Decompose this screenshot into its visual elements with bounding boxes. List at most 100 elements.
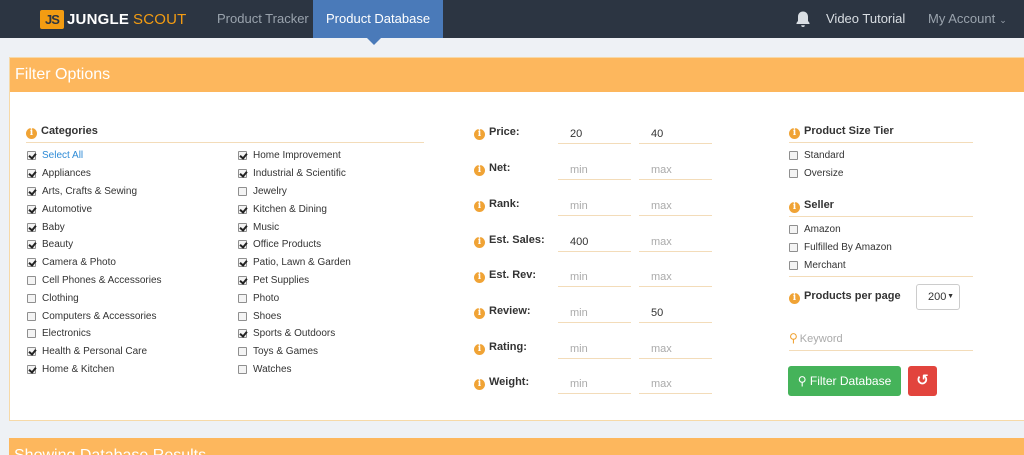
keyword-input[interactable]: ⚲ Keyword [789, 331, 973, 351]
min-input[interactable]: min [558, 374, 631, 394]
min-input[interactable]: min [558, 160, 631, 180]
checkbox-option[interactable]: Shoes [238, 307, 351, 325]
max-input[interactable]: max [639, 374, 712, 394]
checkbox[interactable] [238, 311, 247, 321]
checkbox-option[interactable]: Home Improvement [238, 147, 351, 165]
checkbox-option[interactable]: Arts, Crafts & Sewing [27, 183, 162, 201]
info-icon[interactable]: i [26, 128, 37, 139]
max-input[interactable]: max [639, 232, 712, 252]
checkbox[interactable] [238, 204, 247, 214]
bell-icon[interactable] [795, 10, 811, 28]
max-input[interactable]: 40 [639, 124, 712, 144]
checkbox[interactable] [238, 222, 247, 232]
checkbox-option[interactable]: Amazon [789, 221, 892, 239]
reset-button[interactable]: ↺ [908, 366, 937, 396]
checkbox[interactable] [789, 225, 798, 235]
checkbox-option[interactable]: Kitchen & Dining [238, 200, 351, 218]
checkbox-option[interactable]: Select All [27, 147, 162, 165]
checkbox-option[interactable]: Watches [238, 361, 351, 379]
info-icon[interactable]: i [789, 202, 800, 213]
min-input[interactable]: 20 [558, 124, 631, 144]
checkbox[interactable] [238, 240, 247, 250]
min-input[interactable]: min [558, 267, 631, 287]
max-input[interactable]: max [639, 339, 712, 359]
checkbox-option[interactable]: Computers & Accessories [27, 307, 162, 325]
checkbox[interactable] [789, 243, 798, 253]
checkbox[interactable] [27, 364, 36, 374]
video-tutorial-link[interactable]: Video Tutorial [826, 0, 905, 38]
checkbox-option[interactable]: Appliances [27, 165, 162, 183]
checkbox-option[interactable]: Electronics [27, 325, 162, 343]
checkbox[interactable] [238, 293, 247, 303]
checkbox-option[interactable]: Patio, Lawn & Garden [238, 254, 351, 272]
info-icon[interactable]: i [474, 201, 485, 212]
checkbox[interactable] [27, 240, 36, 250]
info-icon[interactable]: i [474, 379, 485, 390]
checkbox-option[interactable]: Cell Phones & Accessories [27, 272, 162, 290]
checkbox-option[interactable]: Health & Personal Care [27, 343, 162, 361]
checkbox-option[interactable]: Automotive [27, 200, 162, 218]
logo[interactable]: JS JUNGLE SCOUT [40, 9, 187, 29]
checkbox[interactable] [27, 186, 36, 196]
checkbox-option[interactable]: Industrial & Scientific [238, 165, 351, 183]
min-input[interactable]: min [558, 303, 631, 323]
max-input[interactable]: max [639, 196, 712, 216]
info-icon[interactable]: i [474, 165, 485, 176]
checkbox-option[interactable]: Oversize [789, 165, 845, 183]
info-icon[interactable]: i [474, 237, 485, 248]
checkbox[interactable] [238, 364, 247, 374]
info-icon[interactable]: i [474, 272, 485, 283]
checkbox-option[interactable]: Toys & Games [238, 343, 351, 361]
checkbox[interactable] [789, 169, 798, 179]
checkbox-option[interactable]: Baby [27, 218, 162, 236]
checkbox-option[interactable]: Sports & Outdoors [238, 325, 351, 343]
per-page-select[interactable]: 200 ▼ [916, 284, 960, 310]
checkbox[interactable] [238, 329, 247, 339]
nav-product-tracker[interactable]: Product Tracker [217, 0, 309, 38]
checkbox[interactable] [27, 275, 36, 285]
checkbox[interactable] [27, 347, 36, 357]
checkbox[interactable] [27, 222, 36, 232]
checkbox[interactable] [27, 169, 36, 179]
filter-database-button[interactable]: ⚲ Filter Database [788, 366, 901, 396]
checkbox[interactable] [238, 258, 247, 268]
info-icon[interactable]: i [474, 344, 485, 355]
min-input[interactable]: min [558, 196, 631, 216]
checkbox[interactable] [238, 169, 247, 179]
checkbox-option[interactable]: Home & Kitchen [27, 361, 162, 379]
my-account-menu[interactable]: My Account ⌄ [928, 0, 1007, 39]
info-icon[interactable]: i [474, 308, 485, 319]
checkbox-option[interactable]: Music [238, 218, 351, 236]
checkbox-option[interactable]: Pet Supplies [238, 272, 351, 290]
checkbox[interactable] [238, 275, 247, 285]
checkbox-option[interactable]: Fulfilled By Amazon [789, 239, 892, 257]
checkbox-option[interactable]: Camera & Photo [27, 254, 162, 272]
checkbox-option[interactable]: Photo [238, 289, 351, 307]
checkbox-option[interactable]: Jewelry [238, 183, 351, 201]
checkbox-option[interactable]: Clothing [27, 289, 162, 307]
checkbox[interactable] [27, 151, 36, 161]
checkbox[interactable] [27, 204, 36, 214]
max-input[interactable]: max [639, 160, 712, 180]
nav-product-database[interactable]: Product Database [313, 0, 444, 38]
info-icon[interactable]: i [474, 129, 485, 140]
min-input[interactable]: min [558, 339, 631, 359]
checkbox[interactable] [238, 347, 247, 357]
info-icon[interactable]: i [789, 293, 800, 304]
checkbox[interactable] [27, 329, 36, 339]
checkbox[interactable] [27, 311, 36, 321]
checkbox-option[interactable]: Merchant [789, 257, 892, 275]
checkbox[interactable] [789, 260, 798, 270]
min-input[interactable]: 400 [558, 232, 631, 252]
checkbox[interactable] [238, 186, 247, 196]
checkbox[interactable] [238, 151, 247, 161]
checkbox[interactable] [789, 151, 798, 161]
checkbox-option[interactable]: Beauty [27, 236, 162, 254]
checkbox-option[interactable]: Office Products [238, 236, 351, 254]
max-input[interactable]: 50 [639, 303, 712, 323]
checkbox-option[interactable]: Standard [789, 147, 845, 165]
checkbox[interactable] [27, 293, 36, 303]
max-input[interactable]: max [639, 267, 712, 287]
checkbox[interactable] [27, 258, 36, 268]
info-icon[interactable]: i [789, 128, 800, 139]
